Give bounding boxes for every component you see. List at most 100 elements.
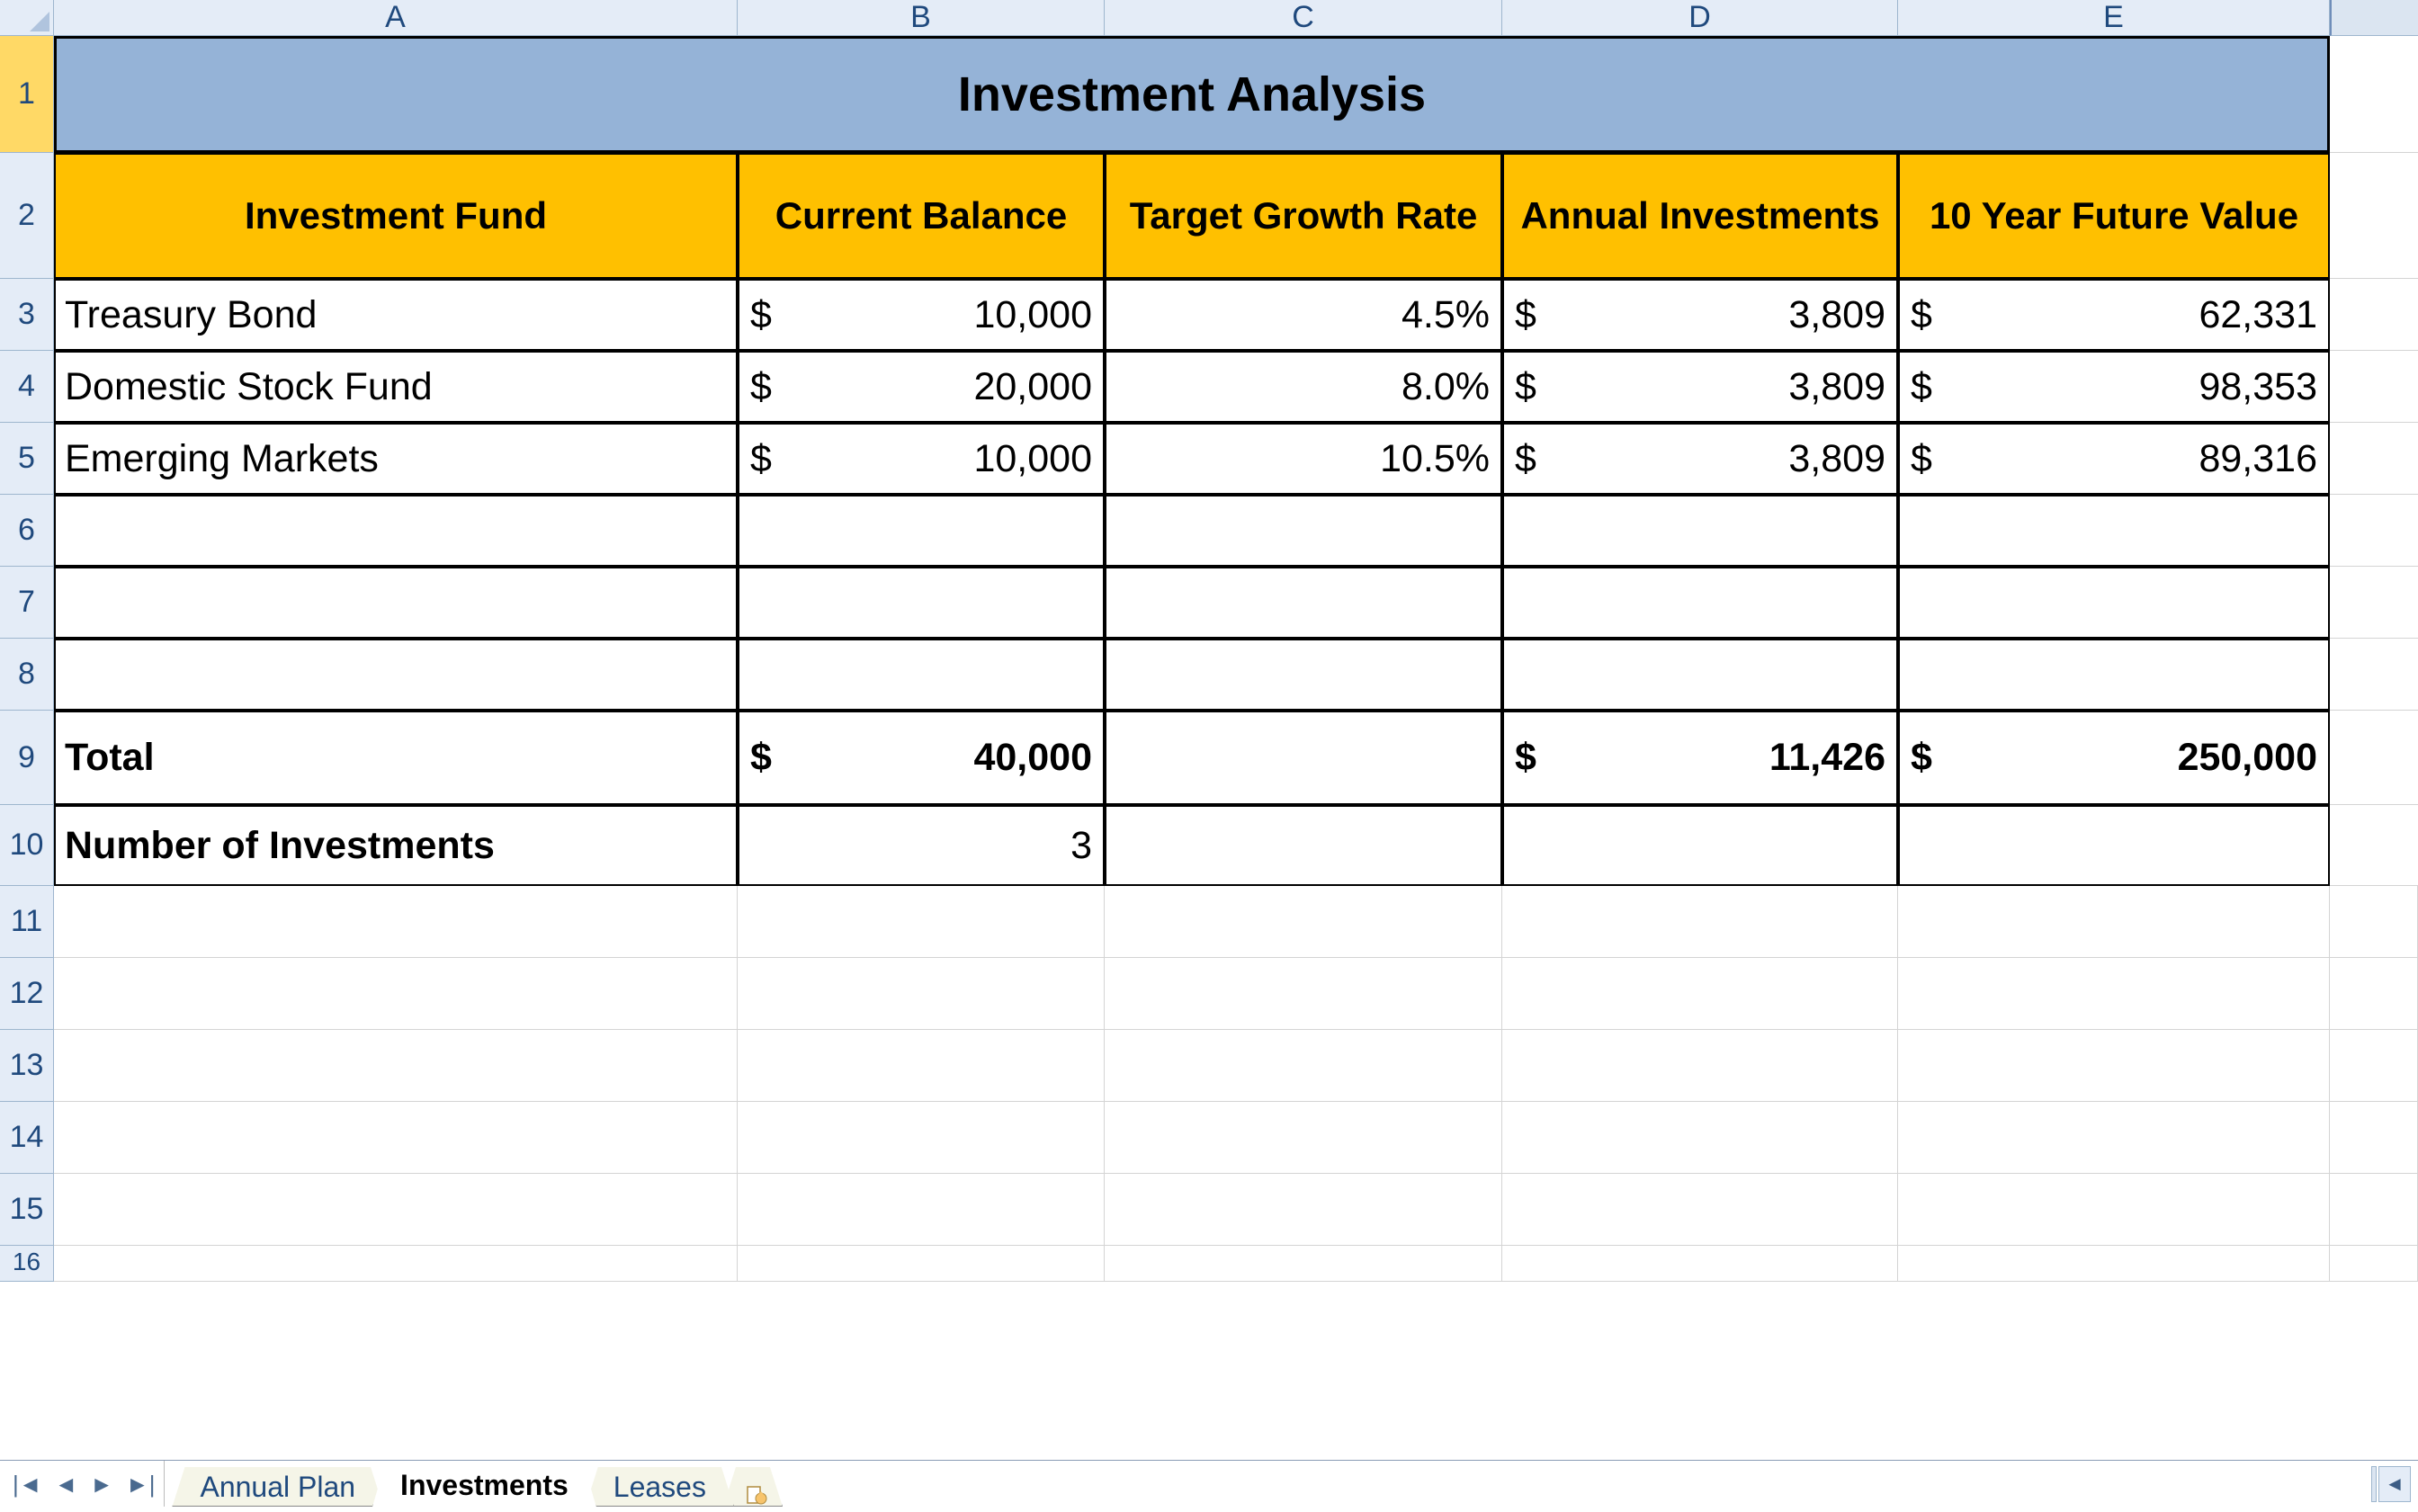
cell-A3[interactable]: Treasury Bond [54,279,738,351]
cell-rest-15[interactable] [2330,1174,2418,1246]
cell-E14[interactable] [1898,1102,2330,1174]
cell-B10[interactable]: 3 [738,805,1105,886]
cell-D15[interactable] [1502,1174,1898,1246]
cell-C7[interactable] [1105,567,1502,639]
row-header-8[interactable]: 8 [0,639,54,711]
cell-A8[interactable] [54,639,738,711]
row-header-7[interactable]: 7 [0,567,54,639]
cell-rest-4[interactable] [2330,351,2418,423]
cell-C11[interactable] [1105,886,1502,958]
cell-C10[interactable] [1105,805,1502,886]
header-future-value[interactable]: 10 Year Future Value [1898,153,2330,279]
cell-A7[interactable] [54,567,738,639]
cell-C8[interactable] [1105,639,1502,711]
cell-D8[interactable] [1502,639,1898,711]
cell-A16[interactable] [54,1246,738,1282]
cell-rest-1[interactable] [2330,36,2418,153]
row-header-4[interactable]: 4 [0,351,54,423]
cell-E12[interactable] [1898,958,2330,1030]
prev-sheet-button[interactable]: ◄ [55,1472,78,1496]
cell-B9[interactable]: $40,000 [738,711,1105,805]
header-annual-investments[interactable]: Annual Investments [1502,153,1898,279]
cell-rest-2[interactable] [2330,153,2418,279]
cell-D11[interactable] [1502,886,1898,958]
cell-rest-3[interactable] [2330,279,2418,351]
cell-C14[interactable] [1105,1102,1502,1174]
cell-E16[interactable] [1898,1246,2330,1282]
cell-rest-10[interactable] [2330,805,2418,886]
cell-E10[interactable] [1898,805,2330,886]
cell-rest-7[interactable] [2330,567,2418,639]
cell-B13[interactable] [738,1030,1105,1102]
cell-A14[interactable] [54,1102,738,1174]
tab-annual-plan[interactable]: Annual Plan [172,1467,383,1507]
cell-D3[interactable]: $3,809 [1502,279,1898,351]
col-header-D[interactable]: D [1502,0,1898,36]
row-header-11[interactable]: 11 [0,886,54,958]
cell-A4[interactable]: Domestic Stock Fund [54,351,738,423]
cell-E13[interactable] [1898,1030,2330,1102]
cell-D7[interactable] [1502,567,1898,639]
cell-E15[interactable] [1898,1174,2330,1246]
row-header-9[interactable]: 9 [0,711,54,805]
cell-C16[interactable] [1105,1246,1502,1282]
cell-D4[interactable]: $3,809 [1502,351,1898,423]
cell-A5[interactable]: Emerging Markets [54,423,738,495]
row-header-14[interactable]: 14 [0,1102,54,1174]
cell-B7[interactable] [738,567,1105,639]
row-header-10[interactable]: 10 [0,805,54,886]
horizontal-scroll-left-button[interactable]: ◄ [2378,1466,2411,1502]
cell-C5[interactable]: 10.5% [1105,423,1502,495]
cell-rest-16[interactable] [2330,1246,2418,1282]
cell-B6[interactable] [738,495,1105,567]
cell-D5[interactable]: $3,809 [1502,423,1898,495]
cell-rest-8[interactable] [2330,639,2418,711]
cell-A9[interactable]: Total [54,711,738,805]
cell-rest-9[interactable] [2330,711,2418,805]
cell-E3[interactable]: $62,331 [1898,279,2330,351]
cell-A12[interactable] [54,958,738,1030]
cell-A15[interactable] [54,1174,738,1246]
tab-leases[interactable]: Leases [586,1467,734,1507]
cell-C13[interactable] [1105,1030,1502,1102]
header-current-balance[interactable]: Current Balance [738,153,1105,279]
cell-A10[interactable]: Number of Investments [54,805,738,886]
row-header-6[interactable]: 6 [0,495,54,567]
cell-C9[interactable] [1105,711,1502,805]
cell-B3[interactable]: $10,000 [738,279,1105,351]
cell-B14[interactable] [738,1102,1105,1174]
cell-C6[interactable] [1105,495,1502,567]
cell-B4[interactable]: $20,000 [738,351,1105,423]
cell-E4[interactable]: $98,353 [1898,351,2330,423]
cell-E6[interactable] [1898,495,2330,567]
cell-D10[interactable] [1502,805,1898,886]
cell-E9[interactable]: $250,000 [1898,711,2330,805]
first-sheet-button[interactable]: |◄ [13,1472,42,1496]
select-all-corner[interactable] [0,0,54,36]
cell-E7[interactable] [1898,567,2330,639]
row-header-2[interactable]: 2 [0,153,54,279]
cell-B16[interactable] [738,1246,1105,1282]
cell-E8[interactable] [1898,639,2330,711]
cell-D6[interactable] [1502,495,1898,567]
cell-C4[interactable]: 8.0% [1105,351,1502,423]
cell-B5[interactable]: $10,000 [738,423,1105,495]
row-header-16[interactable]: 16 [0,1246,54,1282]
last-sheet-button[interactable]: ►| [126,1472,156,1496]
header-target-growth[interactable]: Target Growth Rate [1105,153,1502,279]
cell-B8[interactable] [738,639,1105,711]
cell-D12[interactable] [1502,958,1898,1030]
cell-rest-14[interactable] [2330,1102,2418,1174]
next-sheet-button[interactable]: ► [90,1472,113,1496]
worksheet-grid[interactable]: A B C D E 1 Investment Analysis 2 Invest… [0,0,2418,1460]
cell-B11[interactable] [738,886,1105,958]
cell-B12[interactable] [738,958,1105,1030]
title-cell[interactable]: Investment Analysis [54,36,2330,153]
cell-D9[interactable]: $11,426 [1502,711,1898,805]
cell-C12[interactable] [1105,958,1502,1030]
cell-rest-12[interactable] [2330,958,2418,1030]
tab-investments[interactable]: Investments [372,1463,596,1507]
new-sheet-button[interactable] [723,1467,783,1507]
cell-A13[interactable] [54,1030,738,1102]
cell-rest-11[interactable] [2330,886,2418,958]
